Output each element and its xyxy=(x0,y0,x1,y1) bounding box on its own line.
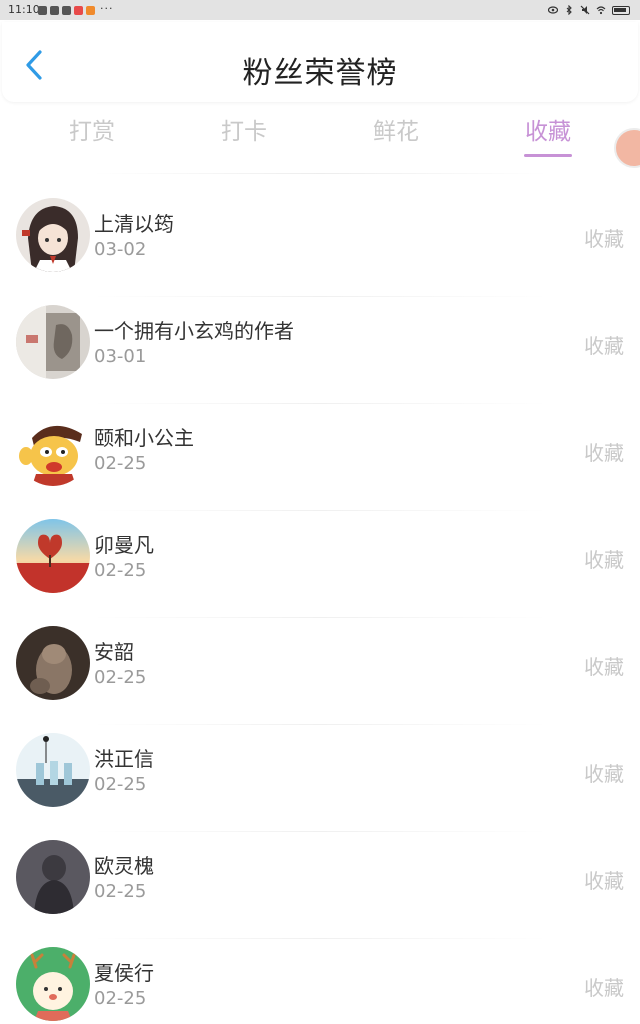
avatar[interactable] xyxy=(16,840,90,914)
list-item[interactable]: 一个拥有小玄鸡的作者 03-01 收藏 xyxy=(0,297,640,404)
bottles-avatar-image xyxy=(16,733,90,807)
list-item[interactable]: 欧灵槐 02-25 收藏 xyxy=(0,832,640,939)
active-tab-indicator xyxy=(524,154,572,157)
status-bar: 11:10 ··· xyxy=(0,0,640,20)
fan-date: 02-25 xyxy=(94,774,147,795)
avatar[interactable] xyxy=(16,305,90,379)
avatar[interactable] xyxy=(16,626,90,700)
eye-icon xyxy=(548,6,558,14)
floating-avatar-button[interactable] xyxy=(614,128,640,168)
fan-action-label: 收藏 xyxy=(584,548,624,572)
cartoon-avatar-image xyxy=(16,412,90,486)
anime-girl-avatar-image xyxy=(16,198,90,272)
tab-flowers[interactable]: 鲜花 xyxy=(356,112,436,146)
battery-icon xyxy=(612,5,630,15)
fan-date: 02-25 xyxy=(94,560,147,581)
dark-figure-avatar-image xyxy=(16,840,90,914)
animal-avatar-image xyxy=(16,626,90,700)
tab-tips[interactable]: 打赏 xyxy=(52,112,132,146)
avatar[interactable] xyxy=(16,412,90,486)
status-right-icons xyxy=(548,4,630,16)
bluetooth-icon xyxy=(566,5,572,15)
list-item[interactable]: 卯曼凡 02-25 收藏 xyxy=(0,511,640,618)
fan-action-label: 收藏 xyxy=(584,869,624,893)
photo-avatar-image xyxy=(16,305,90,379)
fan-name: 卯曼凡 xyxy=(94,533,154,557)
fan-name: 一个拥有小玄鸡的作者 xyxy=(94,319,294,343)
notification-icons xyxy=(38,5,95,15)
notification-icon xyxy=(50,5,59,15)
fan-action-label: 收藏 xyxy=(584,655,624,679)
page-title: 粉丝荣誉榜 xyxy=(242,56,398,91)
fan-action-label: 收藏 xyxy=(584,976,624,1000)
avatar[interactable] xyxy=(16,519,90,593)
fan-name: 洪正信 xyxy=(94,747,154,771)
fan-date: 03-01 xyxy=(94,346,147,367)
fan-name: 夏侯行 xyxy=(94,961,154,985)
more-notifications-icon: ··· xyxy=(100,2,114,15)
tab-bar: 打赏 打卡 鲜花 收藏 xyxy=(0,106,640,162)
status-time: 11:10 xyxy=(8,3,40,16)
fan-date: 02-25 xyxy=(94,881,147,902)
fan-date: 02-25 xyxy=(94,667,147,688)
fan-date: 02-25 xyxy=(94,453,147,474)
deer-cartoon-avatar-image xyxy=(16,947,90,1021)
screen: 11:10 ··· 粉丝荣誉榜 打赏 打卡 鲜花 收藏 上清以筠 03-02 收… xyxy=(0,0,640,1024)
header: 粉丝荣誉榜 xyxy=(2,22,638,102)
fan-name: 上清以筠 xyxy=(94,212,174,236)
fan-action-label: 收藏 xyxy=(584,334,624,358)
fan-date: 02-25 xyxy=(94,988,147,1009)
fan-name: 颐和小公主 xyxy=(94,426,194,450)
notification-icon xyxy=(62,5,71,15)
fan-action-label: 收藏 xyxy=(584,441,624,465)
avatar[interactable] xyxy=(16,947,90,1021)
tab-checkin[interactable]: 打卡 xyxy=(204,112,284,146)
list-item[interactable]: 洪正信 02-25 收藏 xyxy=(0,725,640,832)
tab-favorites[interactable]: 收藏 xyxy=(508,112,588,146)
fan-list: 上清以筠 03-02 收藏 一个拥有小玄鸡的作者 03-01 收藏 颐和小公主 … xyxy=(0,190,640,1024)
list-item[interactable]: 夏侯行 02-25 收藏 xyxy=(0,939,640,1024)
fan-name: 安韶 xyxy=(94,640,134,664)
list-item[interactable]: 上清以筠 03-02 收藏 xyxy=(0,190,640,297)
fan-date: 03-02 xyxy=(94,239,147,260)
notification-icon xyxy=(38,5,47,15)
heart-tree-avatar-image xyxy=(16,519,90,593)
list-item[interactable]: 颐和小公主 02-25 收藏 xyxy=(0,404,640,511)
divider xyxy=(90,173,550,174)
list-item[interactable]: 安韶 02-25 收藏 xyxy=(0,618,640,725)
avatar[interactable] xyxy=(16,198,90,272)
notification-icon xyxy=(86,5,95,15)
fan-action-label: 收藏 xyxy=(584,762,624,786)
fan-action-label: 收藏 xyxy=(584,227,624,251)
wifi-icon xyxy=(596,6,606,15)
avatar[interactable] xyxy=(16,733,90,807)
notification-icon xyxy=(74,5,83,15)
mute-icon xyxy=(580,5,590,15)
fan-name: 欧灵槐 xyxy=(94,854,154,878)
